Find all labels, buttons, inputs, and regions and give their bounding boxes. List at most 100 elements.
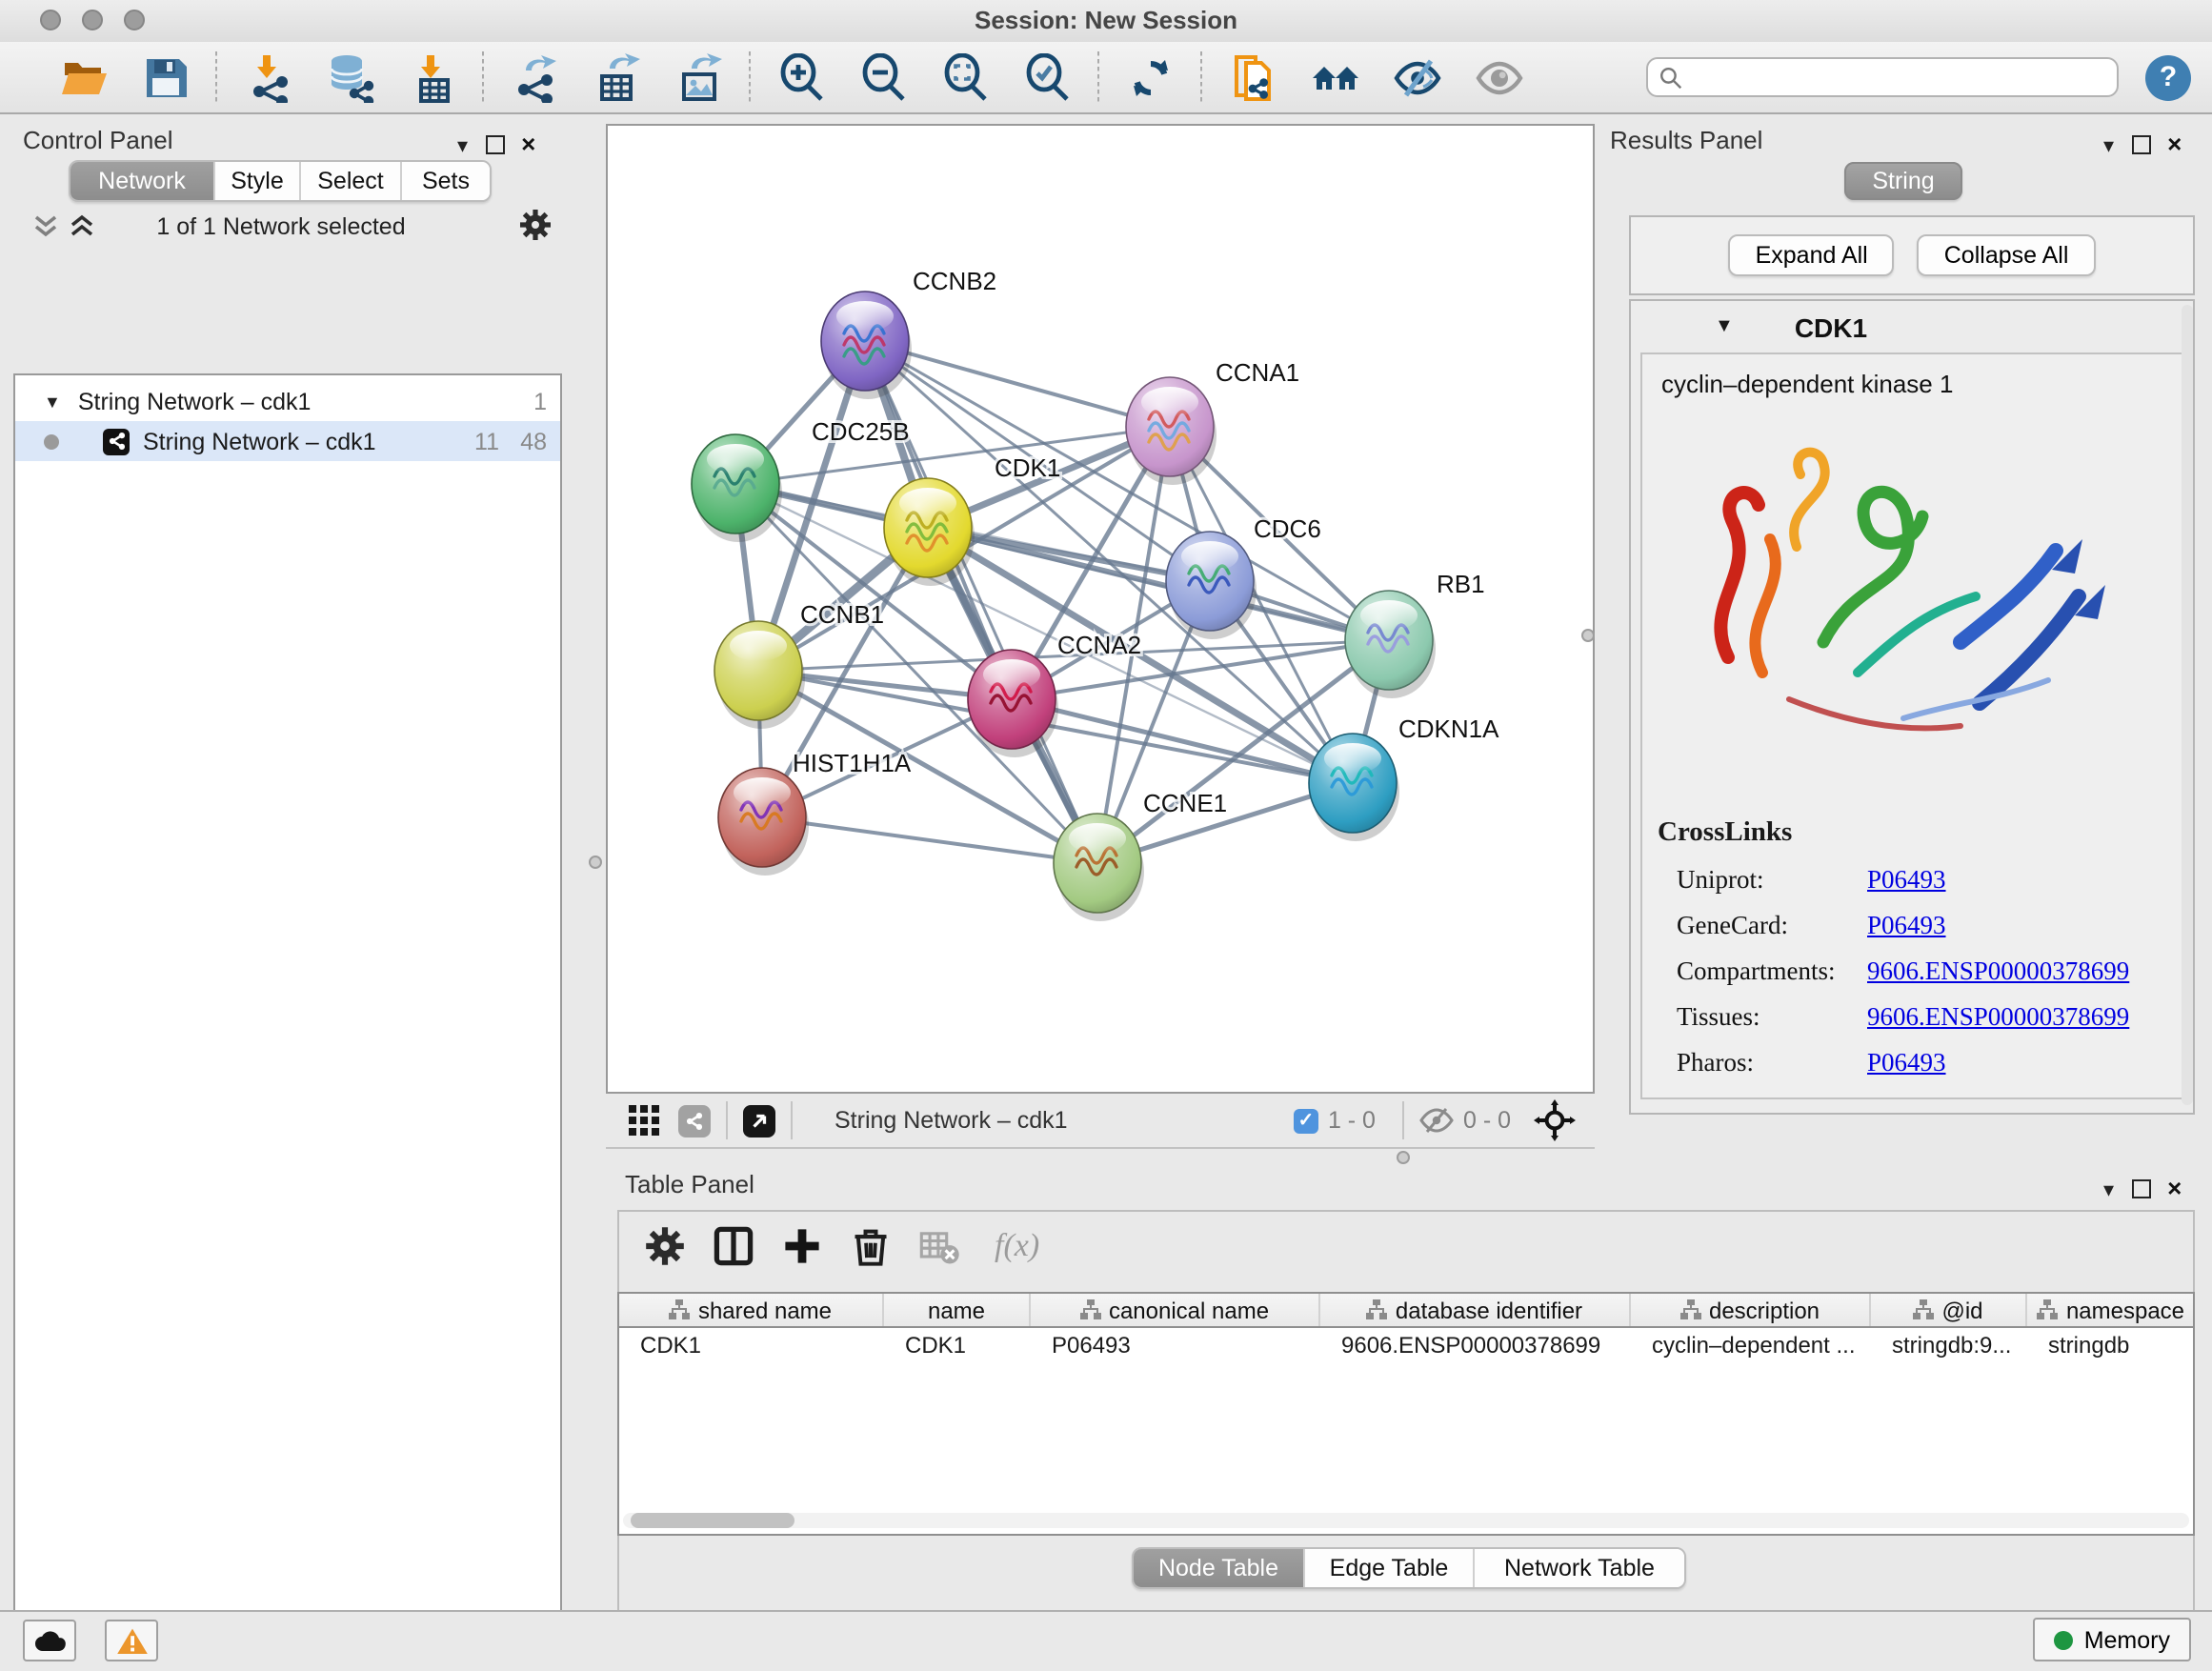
tab-style[interactable]: Style: [215, 162, 301, 200]
network-row-selected[interactable]: String Network – cdk1 11 48: [15, 421, 560, 461]
window-title: Session: New Session: [0, 6, 2212, 34]
column-header-canonical-name[interactable]: canonical name: [1031, 1294, 1320, 1326]
show-eye-icon: [1478, 63, 1519, 91]
crosslink-link[interactable]: 9606.ENSP00000378699: [1867, 956, 2129, 987]
node-CCNE1[interactable]: CCNE1: [1054, 789, 1227, 921]
fx-function-icon[interactable]: f(x): [995, 1227, 1039, 1265]
tab-select[interactable]: Select: [301, 162, 402, 200]
table-panel-tabs: Node TableEdge TableNetwork Table: [1132, 1547, 1686, 1589]
fit-content-crosshair-icon[interactable]: [1534, 1099, 1576, 1141]
column-header-shared-name[interactable]: shared name: [619, 1294, 884, 1326]
copy-network-button[interactable]: [1226, 50, 1279, 104]
delete-table-button[interactable]: [918, 1223, 964, 1269]
column-header-name[interactable]: name: [884, 1294, 1031, 1326]
zoom-out-button[interactable]: [856, 50, 910, 104]
node-label-CDK1: CDK1: [995, 453, 1060, 482]
table-row[interactable]: CDK1CDK1P064939606.ENSP00000378699cyclin…: [619, 1328, 2193, 1362]
panel-close-icon[interactable]: ×: [2167, 135, 2182, 154]
zoom-in-icon: [782, 54, 820, 98]
open-session-button[interactable]: [56, 50, 110, 104]
crosslink-label: Uniprot:: [1677, 865, 1867, 896]
hide-selection-button[interactable]: [1390, 50, 1443, 104]
delete-column-button[interactable]: [850, 1223, 895, 1269]
network-collection-row[interactable]: ▼ String Network – cdk1 1: [15, 381, 560, 421]
zoom-in-button[interactable]: [774, 50, 828, 104]
collapse-triangle-icon[interactable]: ▼: [1715, 316, 1734, 337]
hidden-eye-icon: [1419, 1107, 1454, 1134]
scrollbar-thumb[interactable]: [631, 1513, 794, 1528]
collapse-triangle-icon[interactable]: ▼: [44, 392, 61, 411]
network-canvas[interactable]: CCNB2CCNA1CDC25BCDK1CDC6RB1CCNB1CCNA2CDK…: [606, 124, 1595, 1094]
selected-checkbox-icon[interactable]: ✓: [1294, 1108, 1318, 1133]
splitter-handle[interactable]: [1397, 1151, 1410, 1164]
panel-close-icon[interactable]: ×: [521, 135, 535, 154]
export-image-button[interactable]: [672, 50, 725, 104]
node-CDKN1A[interactable]: CDKN1A: [1309, 715, 1499, 841]
import-network-button[interactable]: [241, 50, 294, 104]
panel-float-icon[interactable]: [485, 135, 504, 154]
tab-node-table[interactable]: Node Table: [1134, 1549, 1305, 1587]
node-HIST1H1A[interactable]: HIST1H1A: [718, 749, 912, 876]
import-database-button[interactable]: [323, 50, 376, 104]
grid-icon[interactable]: [629, 1105, 659, 1136]
columns-icon: [713, 1225, 754, 1267]
panel-float-icon[interactable]: [2131, 1179, 2150, 1198]
table-settings-button[interactable]: [644, 1223, 690, 1269]
save-session-button[interactable]: [138, 50, 191, 104]
column-label: canonical name: [1109, 1297, 1269, 1323]
splitter-handle[interactable]: [1581, 629, 1595, 642]
cloud-status-button[interactable]: [23, 1620, 76, 1661]
node-CCNA1[interactable]: CCNA1: [1126, 358, 1299, 485]
zoom-fit-button[interactable]: [938, 50, 992, 104]
node-count: 11: [474, 428, 499, 454]
panel-menu-icon[interactable]: [2103, 128, 2114, 162]
zoom-selected-button[interactable]: [1020, 50, 1074, 104]
column-header-description[interactable]: description: [1631, 1294, 1871, 1326]
help-button[interactable]: ?: [2145, 54, 2191, 100]
open-in-window-icon[interactable]: [743, 1104, 775, 1137]
refresh-layout-button[interactable]: [1123, 50, 1176, 104]
panel-float-icon[interactable]: [2131, 135, 2150, 154]
panel-close-icon[interactable]: ×: [2167, 1179, 2182, 1198]
search-icon: [1659, 66, 1682, 89]
import-table-button[interactable]: [405, 50, 458, 104]
node-RB1[interactable]: RB1: [1345, 570, 1485, 698]
tab-sets[interactable]: Sets: [402, 162, 490, 200]
toolbar-separator: [1097, 50, 1099, 104]
string-homes-button[interactable]: [1308, 50, 1361, 104]
splitter-handle[interactable]: [589, 856, 602, 869]
gene-description: cyclin–dependent kinase 1: [1642, 354, 2182, 398]
crosslink-link[interactable]: P06493: [1867, 911, 1946, 941]
expand-all-button[interactable]: Expand All: [1729, 234, 1895, 276]
panel-menu-icon[interactable]: [2103, 1172, 2114, 1206]
tab-network-table[interactable]: Network Table: [1475, 1549, 1684, 1587]
export-table-button[interactable]: [590, 50, 643, 104]
network-graph[interactable]: CCNB2CCNA1CDC25BCDK1CDC6RB1CCNB1CCNA2CDK…: [608, 126, 1593, 1092]
panel-menu-icon[interactable]: [457, 128, 468, 162]
search-input[interactable]: [1692, 62, 2105, 92]
crosslink-link[interactable]: P06493: [1867, 1048, 1946, 1078]
column-header-database-identifier[interactable]: database identifier: [1320, 1294, 1631, 1326]
table-horizontal-scrollbar[interactable]: [623, 1513, 2189, 1528]
tab-network[interactable]: Network: [70, 162, 215, 200]
export-network-button[interactable]: [508, 50, 561, 104]
column-header-namespace[interactable]: namespace: [2027, 1294, 2195, 1326]
gear-icon[interactable]: [518, 208, 553, 242]
column-label: shared name: [698, 1297, 832, 1323]
add-column-button[interactable]: [781, 1223, 827, 1269]
results-scrollbar[interactable]: [2182, 305, 2193, 1105]
collapse-all-button[interactable]: Collapse All: [1918, 234, 2096, 276]
crosslink-link[interactable]: P06493: [1867, 865, 1946, 896]
crosslink-link[interactable]: 9606.ENSP00000378699: [1867, 1002, 2129, 1033]
warnings-button[interactable]: [105, 1620, 158, 1661]
tab-string[interactable]: String: [1843, 162, 1962, 200]
gene-header[interactable]: ▼ CDK1: [1631, 301, 2193, 352]
show-column-panel-button[interactable]: [713, 1223, 758, 1269]
node-CDC25B[interactable]: CDC25B: [692, 417, 910, 542]
memory-button[interactable]: Memory: [2033, 1618, 2191, 1661]
column-header-@id[interactable]: @id: [1871, 1294, 2027, 1326]
edge-CCNE1-HIST1H1A[interactable]: [762, 817, 1097, 863]
show-all-button[interactable]: [1472, 50, 1525, 104]
tab-edge-table[interactable]: Edge Table: [1305, 1549, 1475, 1587]
share-view-icon[interactable]: [678, 1104, 711, 1137]
